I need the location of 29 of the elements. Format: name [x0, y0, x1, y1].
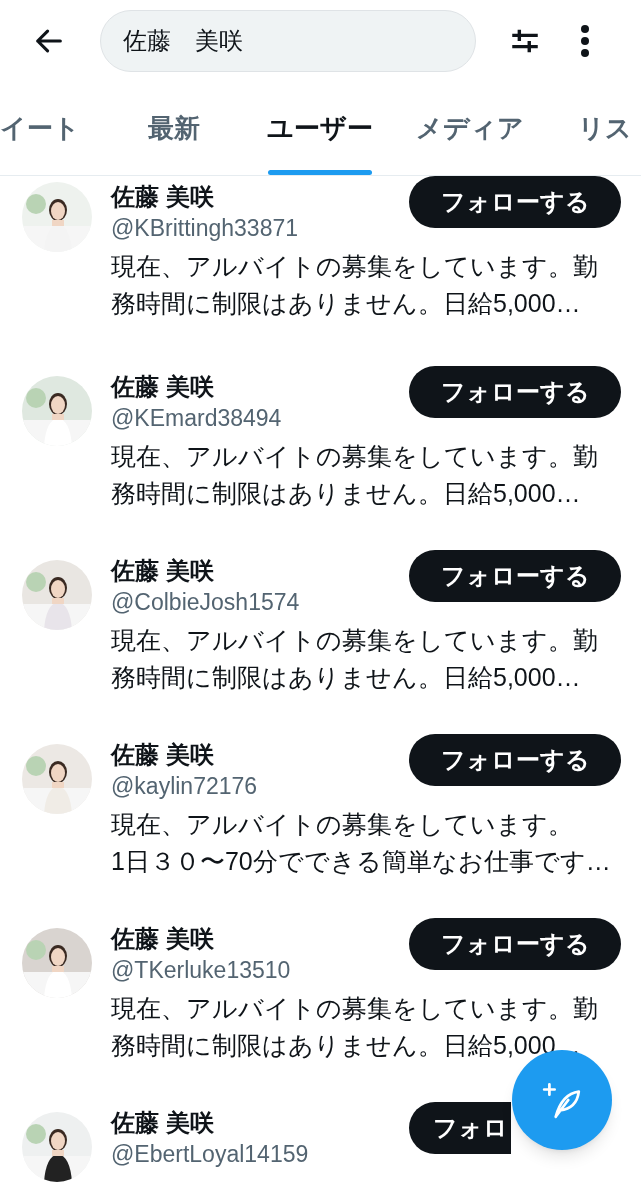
user-name: 佐藤 美咲: [111, 182, 215, 212]
user-name: 佐藤 美咲: [111, 924, 215, 954]
user-name: 佐藤 美咲: [111, 372, 215, 402]
follow-button[interactable]: フォロ: [409, 1102, 511, 1154]
tab[interactable]: リス: [578, 109, 632, 148]
follow-button[interactable]: フォローする: [409, 918, 621, 970]
user-bio: 現在、アルバイトの募集をしています。勤 務時間に制限はありません。日給5,000…: [111, 625, 599, 693]
more-icon[interactable]: [580, 24, 590, 58]
user-handle: @TKerluke13510: [111, 956, 291, 985]
user-bio: 現在、アルバイトの募集をしています。勤 務時間に制限はありません。日給5,000…: [111, 251, 599, 319]
user-bio: 現在、アルバイトの募集をしています。勤 務時間に制限はありません。日給5,000…: [111, 441, 599, 509]
user-name: 佐藤 美咲: [111, 556, 215, 586]
tab[interactable]: ユーザー: [267, 109, 373, 148]
user-handle: @KEmard38494: [111, 404, 282, 433]
user-name: 佐藤 美咲: [111, 1108, 215, 1138]
user-handle: @KBrittingh33871: [111, 214, 299, 243]
follow-button[interactable]: フォローする: [409, 366, 621, 418]
user-handle: @ColbieJosh1574: [111, 588, 300, 617]
follow-button[interactable]: フォローする: [409, 176, 621, 228]
user-handle: @kaylin72176: [111, 772, 258, 801]
user-bio: 現在、アルバイトの募集をしています。 1日３０〜70分でできる簡単なお仕事です…: [111, 809, 612, 877]
tab[interactable]: 最新: [148, 109, 200, 148]
user-name: 佐藤 美咲: [111, 740, 215, 770]
follow-button[interactable]: フォローする: [409, 734, 621, 786]
tab[interactable]: イート: [0, 109, 80, 148]
search-field[interactable]: 佐藤 美咲: [100, 10, 476, 72]
user-handle: @EbertLoyal14159: [111, 1140, 309, 1169]
follow-button[interactable]: フォローする: [409, 550, 621, 602]
tab[interactable]: メディア: [416, 109, 524, 148]
